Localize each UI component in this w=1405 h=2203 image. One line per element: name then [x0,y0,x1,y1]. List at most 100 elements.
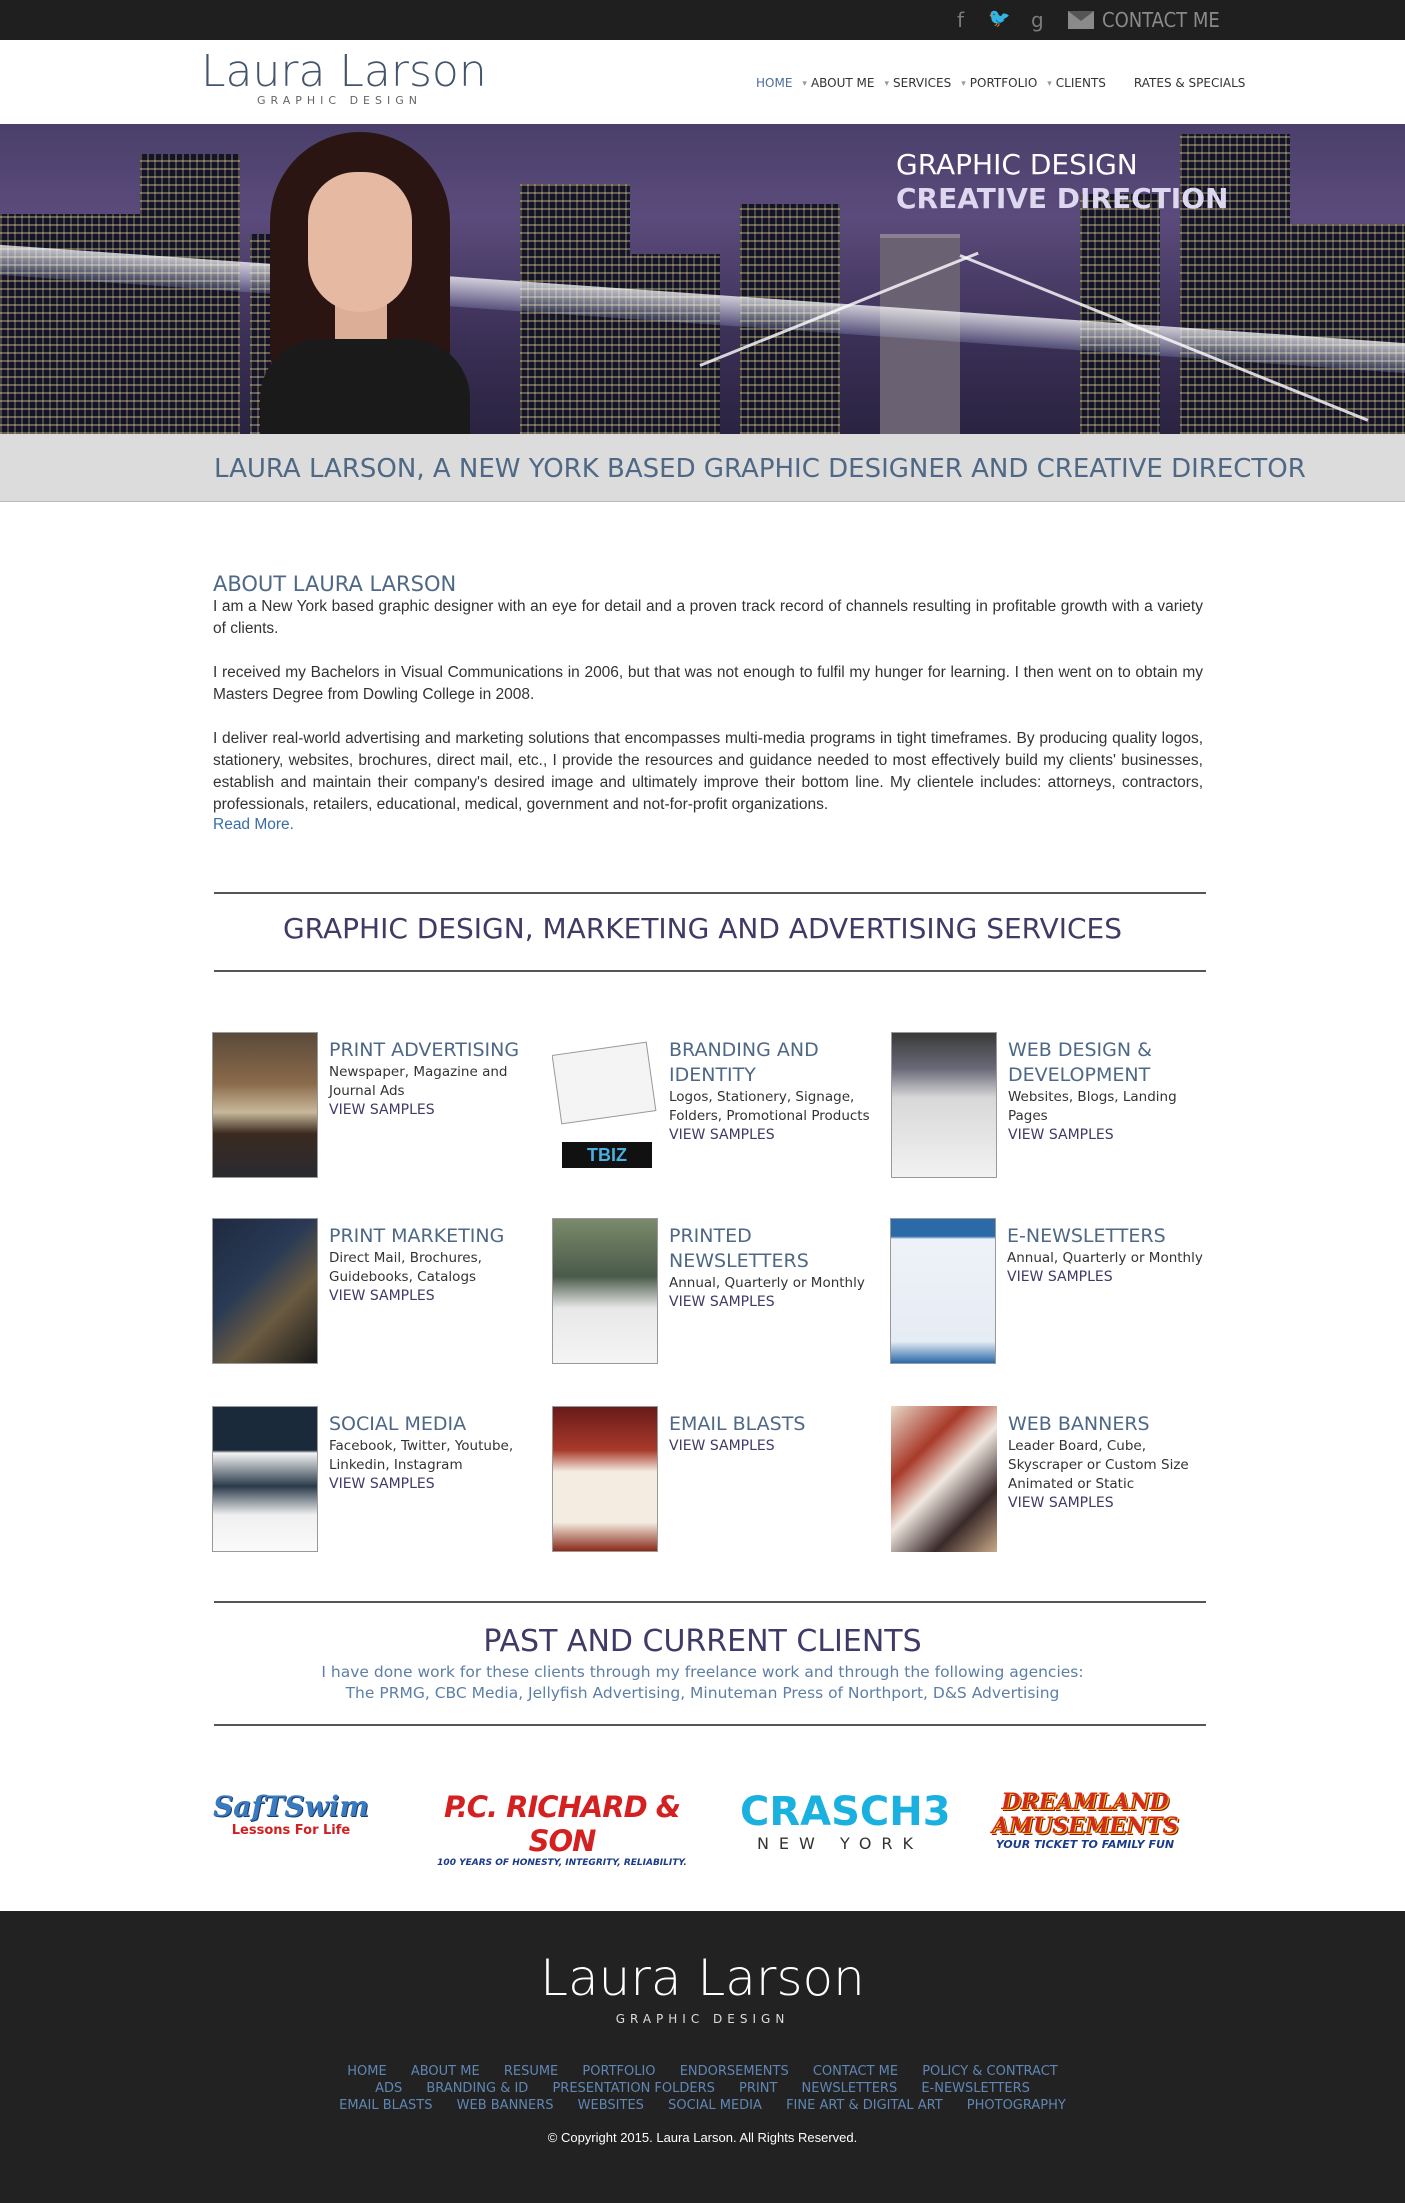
footer-links: HOME ABOUT ME RESUME PORTFOLIO ENDORSEME… [0,2063,1405,2114]
view-samples-link[interactable]: VIEW SAMPLES [1008,1494,1218,1513]
footer-link-portfolio[interactable]: PORTFOLIO [582,2064,655,2079]
service-print-marketing[interactable]: PRINT MARKETING Direct Mail, Brochures, … [212,1218,532,1368]
view-samples-link[interactable]: VIEW SAMPLES [329,1101,539,1120]
service-printed-newsletters[interactable]: PRINTED NEWSLETTERS Annual, Quarterly or… [552,1218,872,1368]
nav-clients[interactable]: CLIENTS [1052,76,1116,90]
service-title: WEB DESIGN & DEVELOPMENT [1008,1039,1152,1086]
client-logo-sub: 100 YEARS OF HONESTY, INTEGRITY, RELIABI… [437,1858,687,1868]
view-samples-link[interactable]: VIEW SAMPLES [669,1126,879,1145]
e-newsletters-thumbnail[interactable] [890,1218,996,1364]
view-samples-link[interactable]: VIEW SAMPLES [1008,1126,1218,1145]
site-logo[interactable]: Laura Larson GRAPHIC DESIGN [201,46,487,108]
about-section: ABOUT LAURA LARSON I am a New York based… [213,572,1203,834]
service-title: PRINT ADVERTISING [329,1039,520,1061]
footer-link-web-banners[interactable]: WEB BANNERS [457,2098,554,2113]
clients-agencies: The PRMG, CBC Media, Jellyfish Advertisi… [345,1684,1060,1702]
view-samples-link[interactable]: VIEW SAMPLES [669,1437,879,1456]
twitter-icon[interactable]: 🐦 [988,8,1010,29]
footer-link-policy[interactable]: POLICY & CONTRACT [922,2064,1058,2079]
service-desc: Websites, Blogs, Landing Pages [1008,1089,1177,1124]
footer-links-row: HOME ABOUT ME RESUME PORTFOLIO ENDORSEME… [0,2063,1405,2080]
service-title: EMAIL BLASTS [669,1413,806,1435]
facebook-icon[interactable]: f [957,8,964,32]
client-logo-main: SafTSwim [213,1790,369,1823]
service-desc: Annual, Quarterly or Monthly [1007,1250,1203,1266]
client-logo-dreamland: DREAMLAND AMUSEMENTS YOUR TICKET TO FAMI… [970,1790,1200,1851]
service-print-advertising[interactable]: PRINT ADVERTISING Newspaper, Magazine an… [212,1032,532,1182]
footer-link-photography[interactable]: PHOTOGRAPHY [967,2098,1066,2113]
service-desc: Annual, Quarterly or Monthly [669,1275,865,1291]
view-samples-link[interactable]: VIEW SAMPLES [669,1293,879,1312]
footer-link-branding[interactable]: BRANDING & ID [426,2081,528,2096]
client-logo-main: DREAMLAND AMUSEMENTS [991,1789,1179,1839]
site-header: Laura Larson GRAPHIC DESIGN HOME ▾ ABOUT… [0,40,1405,124]
view-samples-link[interactable]: VIEW SAMPLES [329,1475,539,1494]
service-web-banners[interactable]: WEB BANNERS Leader Board, Cube, Skyscrap… [891,1406,1211,1556]
web-design-thumbnail[interactable] [891,1032,997,1178]
service-branding-identity[interactable]: TBIZ BRANDING AND IDENTITY Logos, Statio… [552,1032,872,1182]
print-advertising-thumbnail[interactable] [212,1032,318,1178]
footer-link-endorsements[interactable]: ENDORSEMENTS [680,2064,789,2079]
nav-rates-specials[interactable]: RATES & SPECIALS [1130,76,1256,90]
footer-link-fine-art[interactable]: FINE ART & DIGITAL ART [786,2098,943,2113]
hero-line-2: CREATIVE DIRECTION [896,182,1229,215]
footer-link-email-blasts[interactable]: EMAIL BLASTS [339,2098,432,2113]
footer-links-row: EMAIL BLASTS WEB BANNERS WEBSITES SOCIAL… [0,2097,1405,2114]
client-logo-main: P.C. RICHARD & SON [443,1790,681,1858]
intro-strip: LAURA LARSON, A NEW YORK BASED GRAPHIC D… [0,434,1405,502]
service-title: SOCIAL MEDIA [329,1413,467,1435]
service-desc: Leader Board, Cube, Skyscraper or Custom… [1008,1438,1189,1492]
hero-portrait [220,124,520,434]
footer-link-resume[interactable]: RESUME [504,2064,558,2079]
branding-thumbnail[interactable]: TBIZ [552,1032,658,1178]
google-plus-icon[interactable]: g [1031,8,1044,32]
nav-home[interactable]: HOME [752,76,802,90]
footer-link-newsletters[interactable]: NEWSLETTERS [802,2081,898,2096]
print-marketing-thumbnail[interactable] [212,1218,318,1364]
web-banners-thumbnail[interactable] [891,1406,997,1552]
footer-link-contact-me[interactable]: CONTACT ME [813,2064,898,2079]
printed-newsletters-thumbnail[interactable] [552,1218,658,1364]
contact-me-link[interactable]: CONTACT ME [1068,8,1220,32]
hero-building [1080,194,1160,434]
service-desc: Newspaper, Magazine and Journal Ads [329,1064,508,1099]
service-e-newsletters[interactable]: E-NEWSLETTERS Annual, Quarterly or Month… [890,1218,1210,1368]
client-logo-saftswim: SafTSwim Lessons For Life [206,1790,376,1838]
nav-portfolio[interactable]: PORTFOLIO [966,76,1048,90]
divider [214,892,1206,894]
about-paragraph: I received my Bachelors in Visual Commun… [213,664,1203,703]
hero-building [630,254,720,434]
divider [214,1724,1206,1726]
footer-link-home[interactable]: HOME [347,2064,386,2079]
services-title: GRAPHIC DESIGN, MARKETING AND ADVERTISIN… [282,912,1123,945]
service-web-design[interactable]: WEB DESIGN & DEVELOPMENT Websites, Blogs… [891,1032,1211,1182]
hero-headline: GRAPHIC DESIGN CREATIVE DIRECTION [896,148,1228,216]
main-nav: HOME ▾ ABOUT ME ▾ SERVICES ▾ PORTFOLIO ▾… [752,76,1255,90]
footer-link-e-newsletters[interactable]: E-NEWSLETTERS [921,2081,1030,2096]
hero-banner: GRAPHIC DESIGN CREATIVE DIRECTION [0,124,1405,434]
service-title: BRANDING AND IDENTITY [669,1039,819,1086]
footer-link-social-media[interactable]: SOCIAL MEDIA [668,2098,762,2113]
clients-subtitle-line: I have done work for these clients throu… [321,1663,1084,1681]
view-samples-link[interactable]: VIEW SAMPLES [329,1287,539,1306]
service-email-blasts[interactable]: EMAIL BLASTS VIEW SAMPLES [552,1406,872,1556]
nav-about-me[interactable]: ABOUT ME [807,76,885,90]
footer-link-ads[interactable]: ADS [375,2081,402,2096]
read-more-link[interactable]: Read More. [213,816,1203,834]
about-paragraph: I am a New York based graphic designer w… [213,598,1203,637]
service-title: PRINT MARKETING [329,1225,505,1247]
footer-link-print[interactable]: PRINT [739,2081,777,2096]
footer-link-websites[interactable]: WEBSITES [578,2098,644,2113]
copyright: © Copyright 2015. Laura Larson. All Righ… [547,2130,858,2145]
footer-logo-name[interactable]: Laura Larson [0,1951,1405,2005]
top-bar: f 🐦 g CONTACT ME [0,0,1405,40]
about-paragraph: I deliver real-world advertising and mar… [213,730,1203,813]
nav-services[interactable]: SERVICES [889,76,961,90]
view-samples-link[interactable]: VIEW SAMPLES [1007,1268,1217,1287]
email-blasts-thumbnail[interactable] [552,1406,658,1552]
social-media-thumbnail[interactable] [212,1406,318,1552]
footer-link-presentation-folders[interactable]: PRESENTATION FOLDERS [552,2081,714,2096]
footer-link-about-me[interactable]: ABOUT ME [411,2064,480,2079]
logo-name: Laura Larson [201,46,487,97]
service-social-media[interactable]: SOCIAL MEDIA Facebook, Twitter, Youtube,… [212,1406,532,1556]
